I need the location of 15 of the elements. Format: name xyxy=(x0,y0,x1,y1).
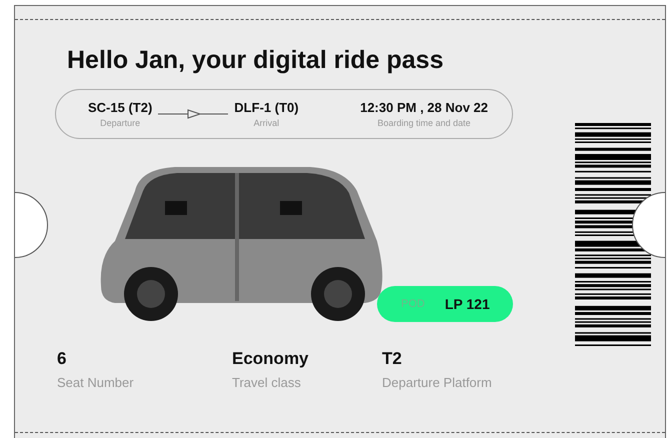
detail-value: T2 xyxy=(382,349,403,369)
detail-label: Departure Platform xyxy=(382,375,492,390)
pod-label: POD xyxy=(401,298,425,310)
arrival-label: Arrival xyxy=(254,118,280,128)
pod-number: LP 121 xyxy=(444,296,490,312)
boarding-value: 12:30 PM , 28 Nov 22 xyxy=(360,100,488,115)
detail-value: 6 xyxy=(57,349,68,369)
arrival-value: DLF-1 (T0) xyxy=(234,100,299,115)
departure-label: Departure xyxy=(100,118,140,128)
departure-value: SC-15 (T2) xyxy=(88,100,152,115)
detail-label: Travel class xyxy=(232,375,302,390)
boarding-label: Boarding time and date xyxy=(378,118,471,128)
detail-value: Economy xyxy=(232,349,310,369)
greeting-title: Hello Jan, your digital ride pass xyxy=(67,46,444,75)
detail-label: Seat Number xyxy=(57,375,135,390)
